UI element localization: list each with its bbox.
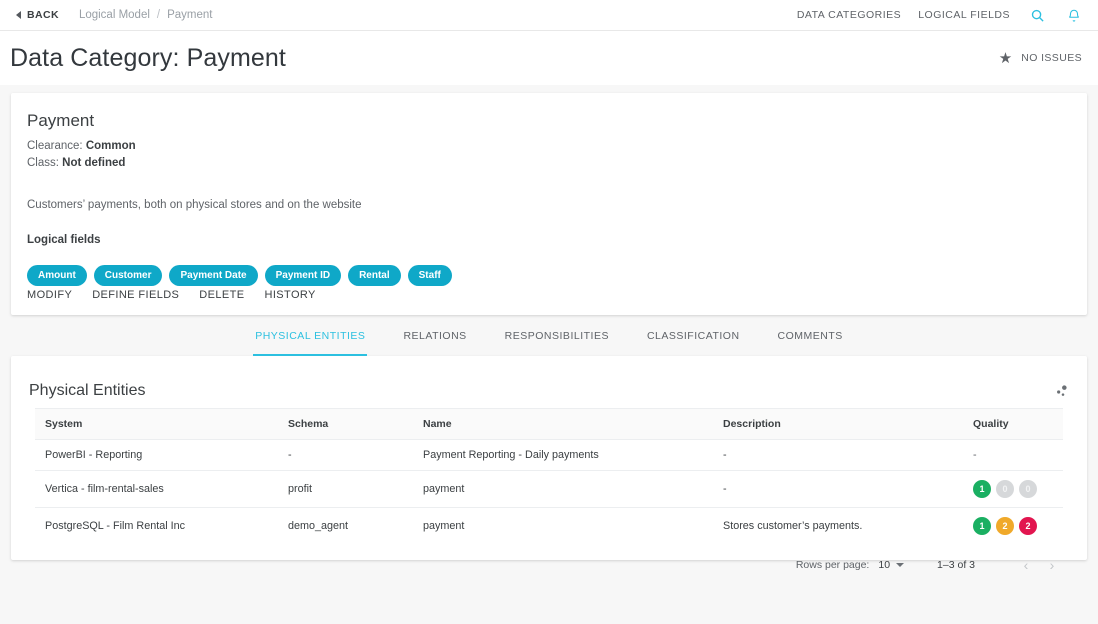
physical-entities-card: Physical Entities System Schema Name Des… bbox=[11, 356, 1087, 573]
cell-schema: demo_agent bbox=[288, 520, 349, 532]
define-fields-button[interactable]: DEFINE FIELDS bbox=[92, 289, 179, 301]
nav-data-categories[interactable]: DATA CATEGORIES bbox=[797, 9, 901, 21]
quality-badge-warning[interactable]: 2 bbox=[996, 517, 1014, 535]
entity-description: Customers’ payments, both on physical st… bbox=[27, 199, 362, 211]
search-icon[interactable] bbox=[1027, 5, 1047, 25]
pagination-range: 1–3 of 3 bbox=[937, 559, 975, 571]
back-button-label: BACK bbox=[27, 9, 59, 21]
tab-physical-entities[interactable]: PHYSICAL ENTITIES bbox=[253, 315, 368, 356]
table-column-headers: System Schema Name Description Quality bbox=[35, 408, 1063, 440]
cell-system: PostgreSQL - Film Rental Inc bbox=[45, 520, 186, 532]
class-label: Class: bbox=[27, 157, 59, 169]
clearance-value: Common bbox=[85, 140, 136, 152]
breadcrumb: Logical Model / Payment bbox=[79, 9, 213, 21]
quality-badge-group: 1 2 2 bbox=[973, 517, 1063, 535]
chip-payment-id[interactable]: Payment ID bbox=[264, 265, 342, 286]
rows-per-page-value: 10 bbox=[878, 559, 891, 571]
column-header-schema[interactable]: Schema bbox=[288, 408, 423, 440]
chip-payment-date[interactable]: Payment Date bbox=[169, 265, 258, 286]
chip-rental[interactable]: Rental bbox=[348, 265, 401, 286]
rows-per-page-select[interactable]: 10 bbox=[878, 559, 905, 571]
breadcrumb-current: Payment bbox=[167, 9, 213, 21]
logical-fields-label: Logical fields bbox=[27, 234, 101, 246]
physical-entities-table: System Schema Name Description Quality P… bbox=[35, 408, 1063, 544]
table-title: Physical Entities bbox=[29, 381, 146, 399]
cell-schema: - bbox=[288, 439, 423, 471]
tab-relations[interactable]: RELATIONS bbox=[403, 315, 466, 356]
top-navigation-bar: BACK Logical Model / Payment DATA CATEGO… bbox=[0, 0, 1098, 31]
clearance-label: Clearance: bbox=[27, 140, 83, 152]
entity-name: Payment bbox=[27, 111, 95, 130]
back-button[interactable]: BACK bbox=[16, 9, 59, 21]
page-title: Data Category: Payment bbox=[10, 43, 286, 72]
column-header-name[interactable]: Name bbox=[423, 408, 723, 440]
chip-staff[interactable]: Staff bbox=[407, 265, 452, 286]
chip-customer[interactable]: Customer bbox=[93, 265, 163, 286]
breadcrumb-separator: / bbox=[156, 9, 161, 21]
tab-classification[interactable]: CLASSIFICATION bbox=[647, 315, 740, 356]
cell-name: Payment Reporting - Daily payments bbox=[423, 439, 723, 471]
page-header-status: ★ NO ISSUES bbox=[999, 51, 1082, 66]
page-header: Data Category: Payment ★ NO ISSUES bbox=[0, 31, 1098, 85]
table-row[interactable]: PowerBI - Reporting - Payment Reporting … bbox=[35, 439, 1063, 471]
cell-description: Stores customer’s payments. bbox=[723, 520, 863, 532]
cell-system: Vertica - film-rental-sales bbox=[35, 470, 288, 508]
quality-badge-ok[interactable]: 1 bbox=[973, 517, 991, 535]
chevron-left-icon bbox=[16, 11, 21, 19]
cell-quality: - bbox=[973, 439, 1063, 471]
quality-badge-ok[interactable]: 1 bbox=[973, 480, 991, 498]
quality-dash: - bbox=[973, 449, 977, 461]
quality-badge-warning[interactable]: 0 bbox=[996, 480, 1014, 498]
table-row[interactable]: PostgreSQL - Film Rental Inc demo_agent … bbox=[35, 508, 1063, 545]
quality-badge-error[interactable]: 2 bbox=[1019, 517, 1037, 535]
tab-responsibilities[interactable]: RESPONSIBILITIES bbox=[505, 315, 609, 356]
table-pagination: Rows per page: 10 1–3 of 3 ‹ › bbox=[11, 544, 1087, 586]
history-button[interactable]: HISTORY bbox=[265, 289, 316, 301]
quality-badge-group: 1 0 0 bbox=[973, 480, 1063, 498]
top-navigation-actions: DATA CATEGORIES LOGICAL FIELDS bbox=[797, 5, 1084, 25]
column-header-description[interactable]: Description bbox=[723, 408, 973, 440]
star-icon[interactable]: ★ bbox=[999, 51, 1012, 66]
cell-name: payment bbox=[423, 520, 465, 532]
cell-system: PowerBI - Reporting bbox=[35, 439, 288, 471]
rows-per-page-label: Rows per page: bbox=[795, 559, 870, 571]
modify-button[interactable]: MODIFY bbox=[27, 289, 72, 301]
logical-fields-chip-list: Amount Customer Payment Date Payment ID … bbox=[27, 265, 1071, 286]
bell-icon[interactable] bbox=[1064, 5, 1084, 25]
clearance-row: Clearance: Common bbox=[27, 138, 1071, 155]
table-header-row: Physical Entities bbox=[11, 356, 1087, 408]
tab-comments[interactable]: COMMENTS bbox=[778, 315, 843, 356]
quality-badge-error[interactable]: 0 bbox=[1019, 480, 1037, 498]
chip-amount[interactable]: Amount bbox=[27, 265, 87, 286]
cell-quality: 1 0 0 bbox=[973, 470, 1063, 508]
class-row: Class: Not defined bbox=[27, 155, 1071, 172]
status-badge: NO ISSUES bbox=[1021, 52, 1082, 64]
breadcrumb-root[interactable]: Logical Model bbox=[79, 9, 150, 21]
class-value: Not defined bbox=[62, 157, 126, 169]
cell-name: payment bbox=[423, 470, 723, 508]
column-header-quality[interactable]: Quality bbox=[973, 408, 1063, 440]
cell-schema: profit bbox=[288, 470, 423, 508]
card-actions: MODIFY DEFINE FIELDS DELETE HISTORY bbox=[27, 289, 316, 301]
delete-button[interactable]: DELETE bbox=[199, 289, 244, 301]
nav-logical-fields[interactable]: LOGICAL FIELDS bbox=[918, 9, 1010, 21]
previous-page-button[interactable]: ‹ bbox=[1013, 552, 1039, 578]
tab-bar: PHYSICAL ENTITIES RELATIONS RESPONSIBILI… bbox=[0, 315, 1098, 356]
table-row[interactable]: Vertica - film-rental-sales profit payme… bbox=[35, 470, 1063, 508]
share-nodes-icon[interactable] bbox=[1053, 383, 1069, 399]
data-category-info-card: Payment Clearance: Common Class: Not def… bbox=[11, 93, 1087, 315]
column-header-system[interactable]: System bbox=[35, 408, 288, 440]
cell-description: - bbox=[723, 470, 973, 508]
cell-quality: 1 2 2 bbox=[973, 508, 1063, 545]
next-page-button[interactable]: › bbox=[1039, 552, 1065, 578]
cell-description: - bbox=[723, 439, 973, 471]
chevron-down-icon bbox=[896, 563, 905, 567]
